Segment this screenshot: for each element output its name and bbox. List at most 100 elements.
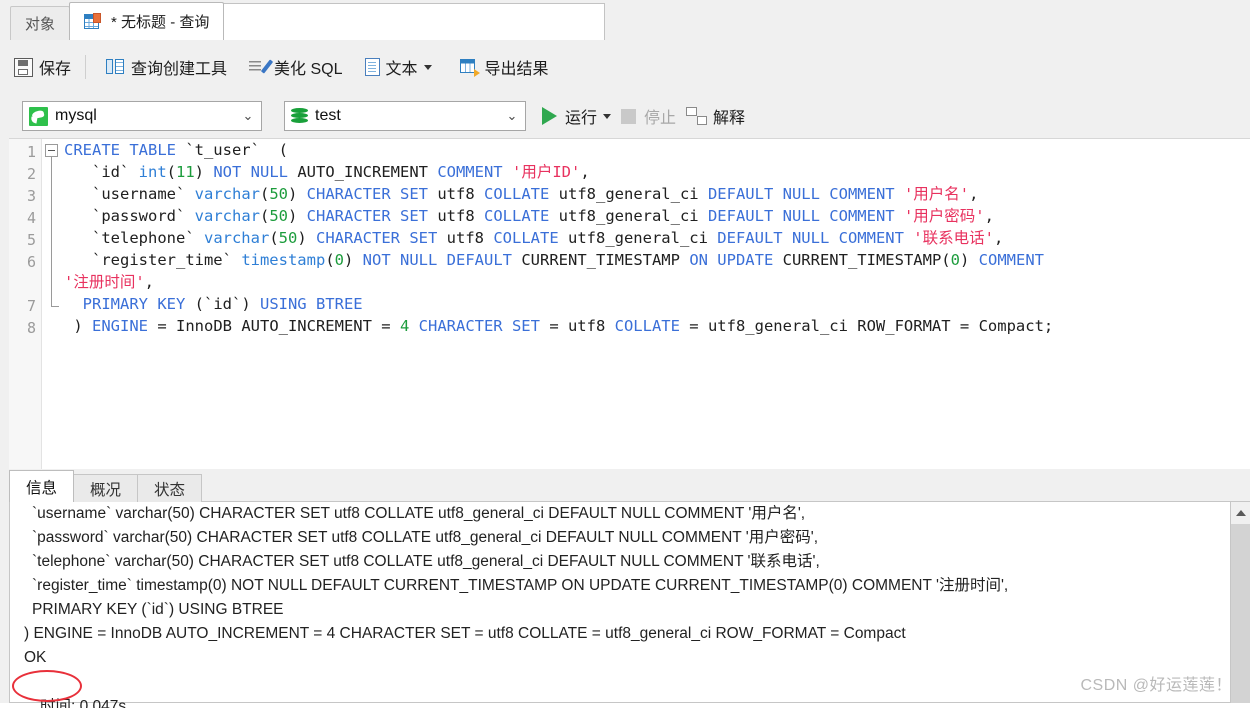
explain-button-label: 解释 xyxy=(713,110,746,127)
sql-token: ) xyxy=(64,317,92,335)
left-edge-strip xyxy=(0,138,9,703)
nav icat-query-window: 对象 * 无标题 - 查询 保存 查询创建工具 美化 SQL 文本 导出结果 m… xyxy=(0,0,1250,708)
text-button[interactable]: 文本 xyxy=(357,50,446,84)
fold-range-end xyxy=(51,306,59,307)
fold-toggle-icon[interactable] xyxy=(45,144,58,157)
explain-button[interactable]: 解释 xyxy=(686,101,745,131)
beautify-sql-button[interactable]: 美化 SQL xyxy=(241,50,350,84)
sql-token: ) xyxy=(194,163,214,181)
results-tab-filler xyxy=(201,470,1250,502)
sql-token: '用户密码' xyxy=(903,207,985,225)
results-output[interactable]: `username` varchar(50) CHARACTER SET utf… xyxy=(9,502,1250,703)
line-number: 1 xyxy=(26,143,36,161)
sql-code-line: `id` int(11) NOT NULL AUTO_INCREMENT COM… xyxy=(64,161,1250,183)
tab-status-label: 状态 xyxy=(154,481,186,499)
stop-button: 停止 xyxy=(621,101,676,131)
sql-token: CURRENT_TIMESTAMP xyxy=(512,251,690,269)
sql-code-area[interactable]: CREATE TABLE `t_user` ( `id` int(11) NOT… xyxy=(64,139,1250,469)
sql-token: PRIMARY KEY xyxy=(64,295,186,313)
tab-strip: 对象 * 无标题 - 查询 xyxy=(10,2,606,40)
sql-token: COMMENT xyxy=(437,163,503,181)
sql-token: = utf8_general_ci ROW_FORMAT = Compact; xyxy=(679,317,1054,335)
sql-token: ( xyxy=(259,207,270,225)
sql-token: utf8_general_ci xyxy=(549,207,708,225)
results-scrollbar[interactable] xyxy=(1230,502,1250,703)
caret-down-icon[interactable] xyxy=(423,64,432,70)
sql-token: USING BTREE xyxy=(259,295,363,313)
database-select[interactable]: mysql ⌄ xyxy=(22,101,262,131)
line-number: 5 xyxy=(26,231,36,249)
sql-token: COMMENT xyxy=(978,251,1044,269)
line-number-gutter: 1 2 3 4 5 6 7 8 xyxy=(9,139,42,469)
sql-token: 0 xyxy=(334,251,344,269)
connection-bar: mysql ⌄ test ⌄ 运行 停止 解释 xyxy=(0,94,1250,138)
tab-query-label: * 无标题 - 查询 xyxy=(111,14,210,31)
watermark: CSDN @好运莲莲！ xyxy=(1080,677,1232,694)
sql-token: timestamp xyxy=(241,251,326,269)
sql-token: ON UPDATE xyxy=(689,251,774,269)
tab-info-label: 信息 xyxy=(26,479,58,497)
sql-code-line: `register_time` timestamp(0) NOT NULL DE… xyxy=(64,249,1250,271)
sql-token: , xyxy=(580,163,590,181)
sql-token: ) xyxy=(344,251,363,269)
sql-token: `telephone` xyxy=(64,229,204,247)
sql-token: 50 xyxy=(278,229,298,247)
tab-query[interactable]: * 无标题 - 查询 xyxy=(69,2,225,40)
code-fold-column[interactable] xyxy=(42,139,64,469)
tab-objects[interactable]: 对象 xyxy=(10,6,71,40)
sql-token: 11 xyxy=(176,163,195,181)
result-line: `telephone` varchar(50) CHARACTER SET ut… xyxy=(32,553,820,570)
sql-code-line: CREATE TABLE `t_user` ( xyxy=(64,139,1250,161)
export-results-button[interactable]: 导出结果 xyxy=(452,50,557,84)
chevron-down-icon[interactable]: ⌄ xyxy=(237,108,259,124)
line-number: 6 xyxy=(26,253,36,271)
sql-token: int xyxy=(138,163,167,181)
schema-select[interactable]: test ⌄ xyxy=(284,101,526,131)
sql-token: DEFAULT NULL xyxy=(707,207,820,225)
sql-token: COLLATE xyxy=(484,185,550,203)
caret-down-icon[interactable] xyxy=(603,113,612,119)
scroll-up-arrow-icon[interactable] xyxy=(1231,502,1250,524)
sql-token: (`id`) xyxy=(185,295,260,313)
line-number: 7 xyxy=(26,297,36,315)
tab-objects-label: 对象 xyxy=(25,16,56,33)
sql-token: utf8 xyxy=(437,229,494,247)
run-button[interactable]: 运行 xyxy=(542,101,617,131)
stop-square-icon xyxy=(621,108,637,124)
sql-token: `register_time` xyxy=(64,251,242,269)
sql-token: ( xyxy=(166,163,176,181)
sql-token: COLLATE xyxy=(484,207,550,225)
sql-token: `t_user` ( xyxy=(175,141,288,159)
sql-token: utf8 xyxy=(428,207,484,225)
sql-token: COLLATE xyxy=(493,229,559,247)
sql-token: 0 xyxy=(950,251,960,269)
database-cylinder-icon xyxy=(291,107,308,126)
chevron-down-icon[interactable]: ⌄ xyxy=(501,108,523,124)
table-query-icon xyxy=(84,12,104,31)
sql-token: , xyxy=(144,273,155,291)
sql-code-line: `telephone` varchar(50) CHARACTER SET ut… xyxy=(64,227,1250,249)
save-icon xyxy=(14,57,33,77)
tab-status[interactable]: 状态 xyxy=(137,474,203,502)
sql-token: DEFAULT NULL xyxy=(707,185,820,203)
sql-token: , xyxy=(993,229,1004,247)
toolbar-divider xyxy=(85,55,87,79)
mysql-dolphin-icon xyxy=(29,106,48,126)
export-results-label: 导出结果 xyxy=(484,61,549,78)
query-builder-label: 查询创建工具 xyxy=(131,61,228,78)
tab-profile[interactable]: 概况 xyxy=(73,474,139,502)
sql-token: ( xyxy=(259,185,270,203)
tab-info[interactable]: 信息 xyxy=(9,470,75,502)
sql-token: COMMENT xyxy=(829,185,895,203)
save-button[interactable]: 保存 xyxy=(6,50,79,84)
sql-code-line: '注册时间', xyxy=(64,271,1250,293)
query-builder-button[interactable]: 查询创建工具 xyxy=(98,50,235,84)
query-builder-icon xyxy=(106,58,125,77)
sql-token: utf8 xyxy=(428,185,484,203)
sql-editor[interactable]: 1 2 3 4 5 6 7 8 CREATE TABLE `t_user` ( `id` in… xyxy=(9,138,1250,469)
line-number: 3 xyxy=(26,187,36,205)
